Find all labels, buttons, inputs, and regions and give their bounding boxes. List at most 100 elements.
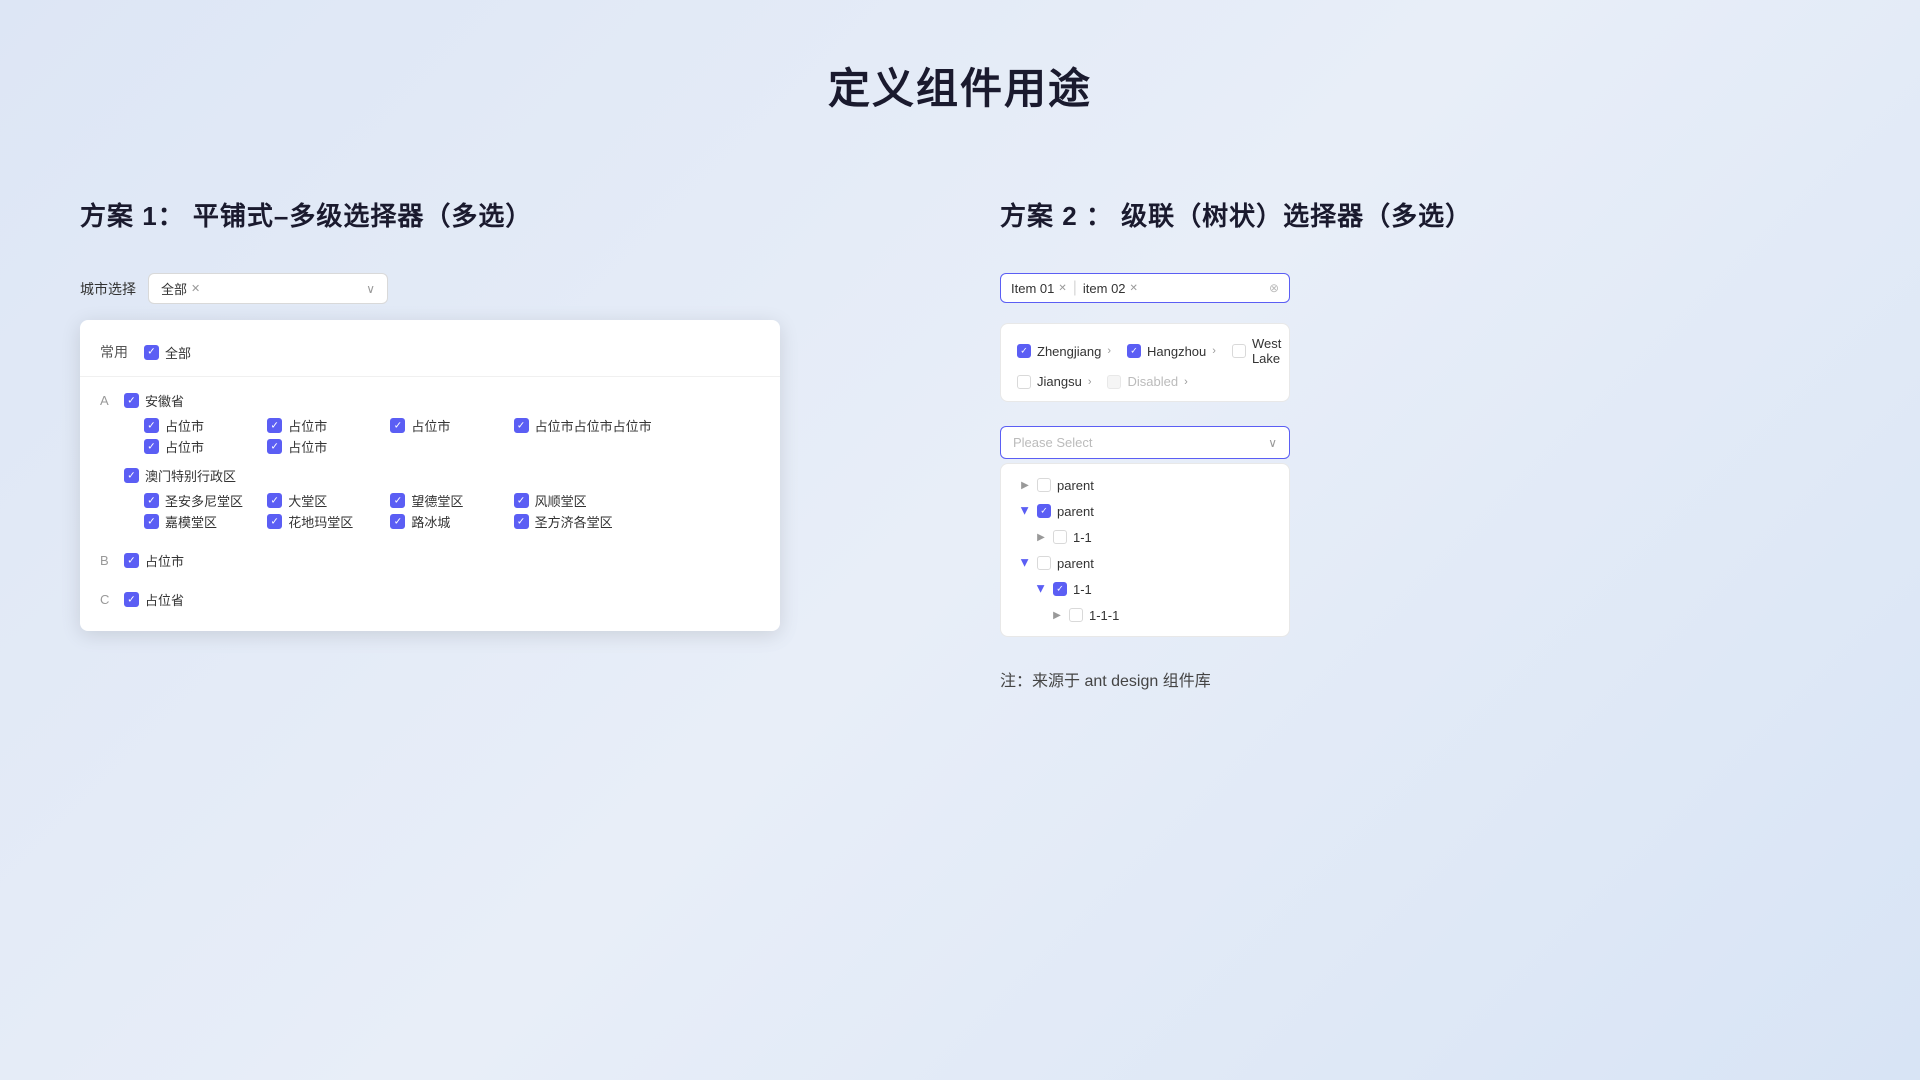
b-city[interactable]: 占位市 [124,551,184,570]
group-b-content: 占位市 [124,551,184,570]
mc8[interactable]: 圣方济各堂区 [514,512,637,531]
tree-arrow-1[interactable]: ▶ [1017,477,1033,493]
mc4[interactable]: 风顺堂区 [514,491,637,510]
macao-label: 澳门特别行政区 [145,466,236,485]
cascader-tags[interactable]: Item 01 ✕ | item 02 ✕ ⊗ [1000,273,1290,303]
tag-separator: | [1073,279,1077,297]
tree-arrow-3[interactable]: ▶ [1017,555,1033,571]
cascader-row1: Zhengjiang › Hangzhou › West Lake [1017,336,1273,366]
group-letter-b: B [100,551,124,570]
city-1[interactable]: 占位市 [144,416,267,435]
mc5[interactable]: 嘉模堂区 [144,512,267,531]
dropdown-panel: 常用 全部 A 安徽省 [80,320,780,631]
selector-label: 城市选择 [80,279,136,299]
divider [80,376,780,377]
right-panel: 方案 2 ： 级联（树状）选择器（多选） Item 01 ✕ | item 02… [1000,196,1840,691]
left-panel-title: 方案 1： 平铺式–多级选择器（多选） [80,196,920,233]
chead-hangzhou[interactable]: Hangzhou › [1127,344,1216,359]
disabled-arrow: › [1184,376,1188,388]
mc1[interactable]: 圣安多尼堂区 [144,491,267,510]
tree-arrow-3-1-1[interactable]: ▶ [1049,607,1065,623]
macao-checkbox[interactable]: 澳门特别行政区 [124,466,236,485]
select-arrow-icon: ∨ [1268,436,1277,450]
tag2-close-icon[interactable]: ✕ [1130,283,1138,294]
mc3[interactable]: 望德堂区 [390,491,513,510]
mc2[interactable]: 大堂区 [267,491,390,510]
tree-cb-3-1-1[interactable] [1069,608,1083,622]
province-anhui-row: 安徽省 [124,391,760,410]
tree-cb-3[interactable] [1037,556,1051,570]
group-a: A 安徽省 占位市 占位市 占位市 占位市占位市占位市 [80,385,780,537]
right-panel-title: 方案 2 ： 级联（树状）选择器（多选） [1000,196,1840,233]
tree-cb-2-1[interactable] [1053,530,1067,544]
select-container: Please Select ∨ [1000,426,1290,459]
city-6[interactable]: 占位市 [267,437,390,456]
tree-label-3-1: 1-1 [1073,582,1092,597]
tag-close-icon[interactable]: ✕ [191,282,200,295]
cascader-tags-container: Item 01 ✕ | item 02 ✕ ⊗ [1000,273,1290,303]
tree-arrow-2[interactable]: ▶ [1017,503,1033,519]
jiangsu-arrow: › [1088,376,1092,388]
macao-cb[interactable] [124,468,139,483]
group-letter-c: C [100,590,124,609]
tree-node-2-1[interactable]: ▶ 1-1 [1001,524,1289,550]
tree-label-2: parent [1057,504,1094,519]
tag1-close-icon[interactable]: ✕ [1058,283,1066,294]
chead-westlake[interactable]: West Lake [1232,336,1281,366]
tree-panel: ▶ parent ▶ parent ▶ 1-1 [1000,463,1290,637]
city-3[interactable]: 占位市 [390,416,513,435]
dropdown-header: 常用 全部 [80,336,780,376]
city-5[interactable]: 占位市 [144,437,267,456]
tag-item02: item 02 ✕ [1083,281,1138,296]
mc7[interactable]: 路冰城 [390,512,513,531]
city-2[interactable]: 占位市 [267,416,390,435]
anhui-checkbox[interactable]: 安徽省 [124,391,184,410]
cascader-header: Zhengjiang › Hangzhou › West Lake [1000,323,1290,402]
tag-item01: Item 01 ✕ [1011,281,1067,296]
c-province[interactable]: 占位省 [124,590,184,609]
chead-jiangsu[interactable]: Jiangsu › [1017,374,1091,389]
jiangsu-cb[interactable] [1017,375,1031,389]
tree-node-3-1[interactable]: ▶ 1-1 [1001,576,1289,602]
chead-zhengjiang[interactable]: Zhengjiang › [1017,344,1111,359]
clear-all-icon[interactable]: ⊗ [1269,281,1279,295]
zhengjiang-cb[interactable] [1017,344,1031,358]
selector-tag-all: 全部 ✕ [161,279,200,298]
city-4[interactable]: 占位市占位市占位市 [514,416,760,435]
zhengjiang-arrow: › [1107,345,1111,357]
group-c: C 占位省 [80,584,780,615]
hangzhou-cb[interactable] [1127,344,1141,358]
anhui-cb[interactable] [124,393,139,408]
all-checkbox-input[interactable] [144,345,159,360]
tree-label-3-1-1: 1-1-1 [1089,608,1119,623]
all-checkbox-label: 全部 [165,343,191,362]
tree-node-3-1-1[interactable]: ▶ 1-1-1 [1001,602,1289,628]
tree-cb-2[interactable] [1037,504,1051,518]
group-letter-a: A [100,391,124,531]
cascader-select[interactable]: Please Select ∨ [1000,426,1290,459]
cascader-header-container: Zhengjiang › Hangzhou › West Lake [1000,323,1290,402]
anhui-cities-2: 占位市 占位市 [124,437,760,456]
all-checkbox[interactable]: 全部 [144,343,191,362]
select-placeholder: Please Select [1013,435,1268,450]
selector-row: 城市选择 全部 ✕ ∨ [80,273,920,304]
tree-arrow-3-1[interactable]: ▶ [1033,581,1049,597]
group-c-content: 占位省 [124,590,184,609]
tree-cb-3-1[interactable] [1053,582,1067,596]
selector-trigger[interactable]: 全部 ✕ ∨ [148,273,388,304]
tree-arrow-2-1[interactable]: ▶ [1033,529,1049,545]
hangzhou-arrow: › [1212,345,1216,357]
westlake-cb[interactable] [1232,344,1246,358]
tree-node-2[interactable]: ▶ parent [1001,498,1289,524]
tree-cb-1[interactable] [1037,478,1051,492]
anhui-cities-1: 占位市 占位市 占位市 占位市占位市占位市 [124,416,760,435]
selector-arrow-icon: ∨ [366,282,375,296]
macao-cities-1: 圣安多尼堂区 大堂区 望德堂区 风顺堂区 [124,491,760,510]
tree-node-3[interactable]: ▶ parent [1001,550,1289,576]
tree-panel-container: ▶ parent ▶ parent ▶ 1-1 [1000,463,1290,637]
group-b: B 占位市 [80,545,780,576]
tree-node-1[interactable]: ▶ parent [1001,472,1289,498]
macao-cities-2: 嘉模堂区 花地玛堂区 路冰城 圣方济各堂区 [124,512,760,531]
tree-label-3: parent [1057,556,1094,571]
mc6[interactable]: 花地玛堂区 [267,512,390,531]
